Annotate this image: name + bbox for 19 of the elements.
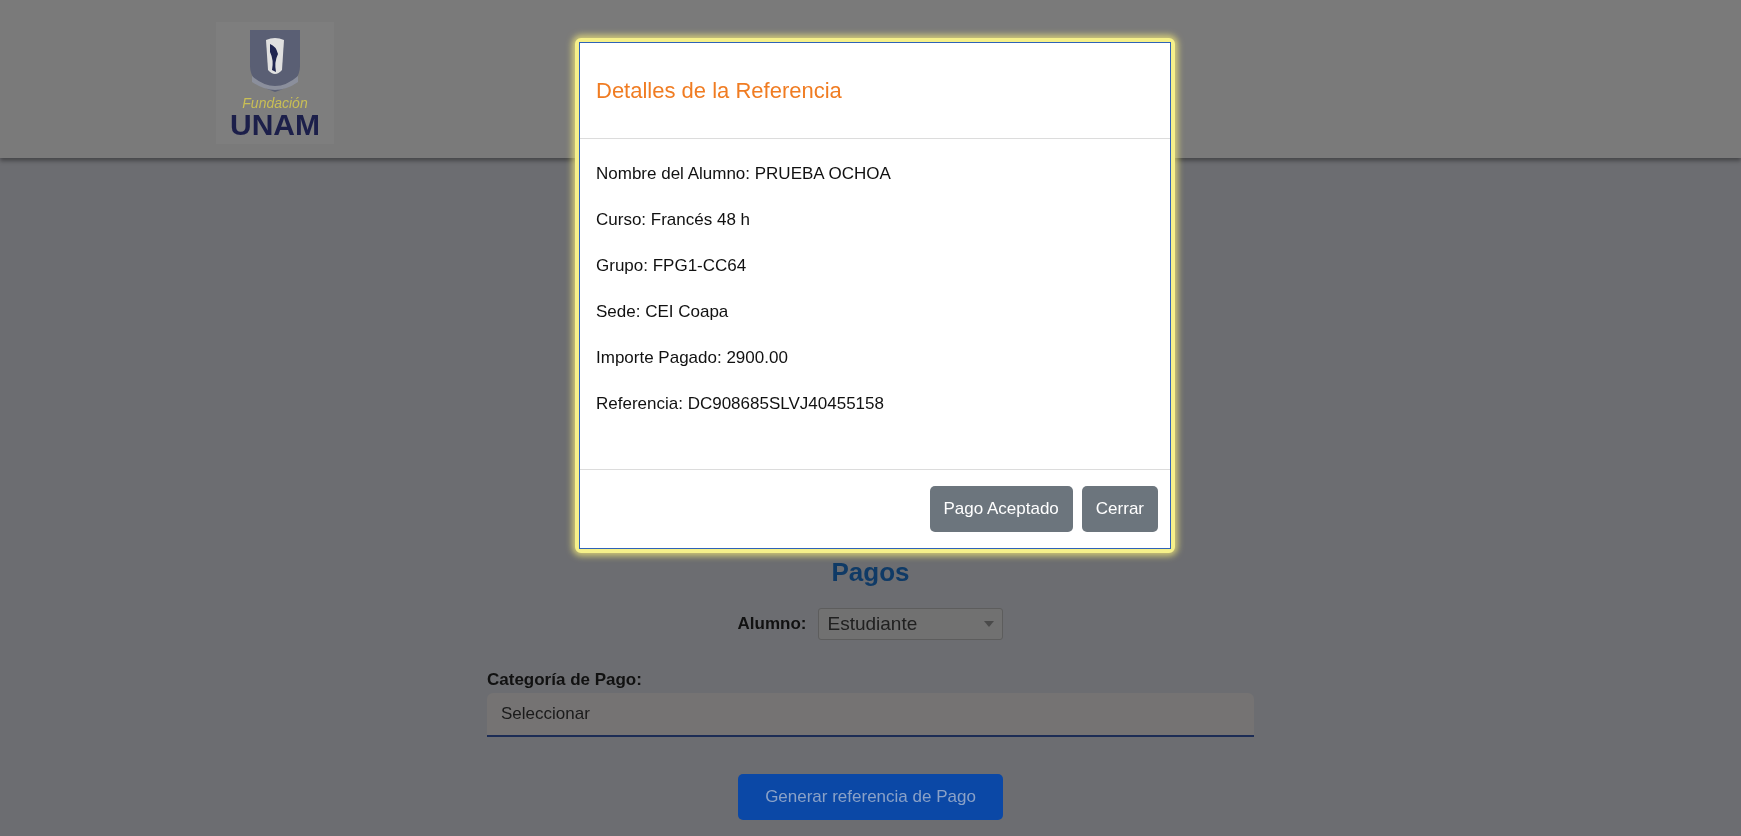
detail-text: Sede: CEI Coapa	[596, 301, 730, 322]
logo-wordmark: UNAM	[230, 110, 320, 140]
accept-payment-button[interactable]: Pago Aceptado	[929, 486, 1073, 532]
category-label: Categoría de Pago:	[487, 670, 643, 690]
page-title: Pagos	[831, 556, 910, 588]
detail-text: Importe Pagado: 2900.00	[596, 347, 789, 368]
detail-text: Referencia: DC908685SLVJ40455158	[596, 393, 885, 414]
detail-text: Curso: Francés 48 h	[596, 209, 751, 230]
student-select[interactable]: Estudiante	[818, 608, 1004, 640]
logo[interactable]: Fundación UNAM	[216, 22, 334, 144]
detail-text: Grupo: FPG1-CC64	[596, 255, 748, 276]
caret-icon	[984, 621, 995, 627]
category-select[interactable]: Seleccionar	[487, 693, 1254, 737]
close-button[interactable]: Cerrar	[1081, 486, 1158, 532]
detail-text: Nombre del Alumno: PRUEBA OCHOA	[596, 163, 892, 184]
generate-reference-button[interactable]: Generar referencia de Pago	[738, 774, 1003, 820]
modal-title: Detalles de la Referencia	[596, 77, 842, 105]
student-label: Alumno:	[737, 613, 807, 636]
logo-subtitle: Fundación	[242, 96, 308, 110]
